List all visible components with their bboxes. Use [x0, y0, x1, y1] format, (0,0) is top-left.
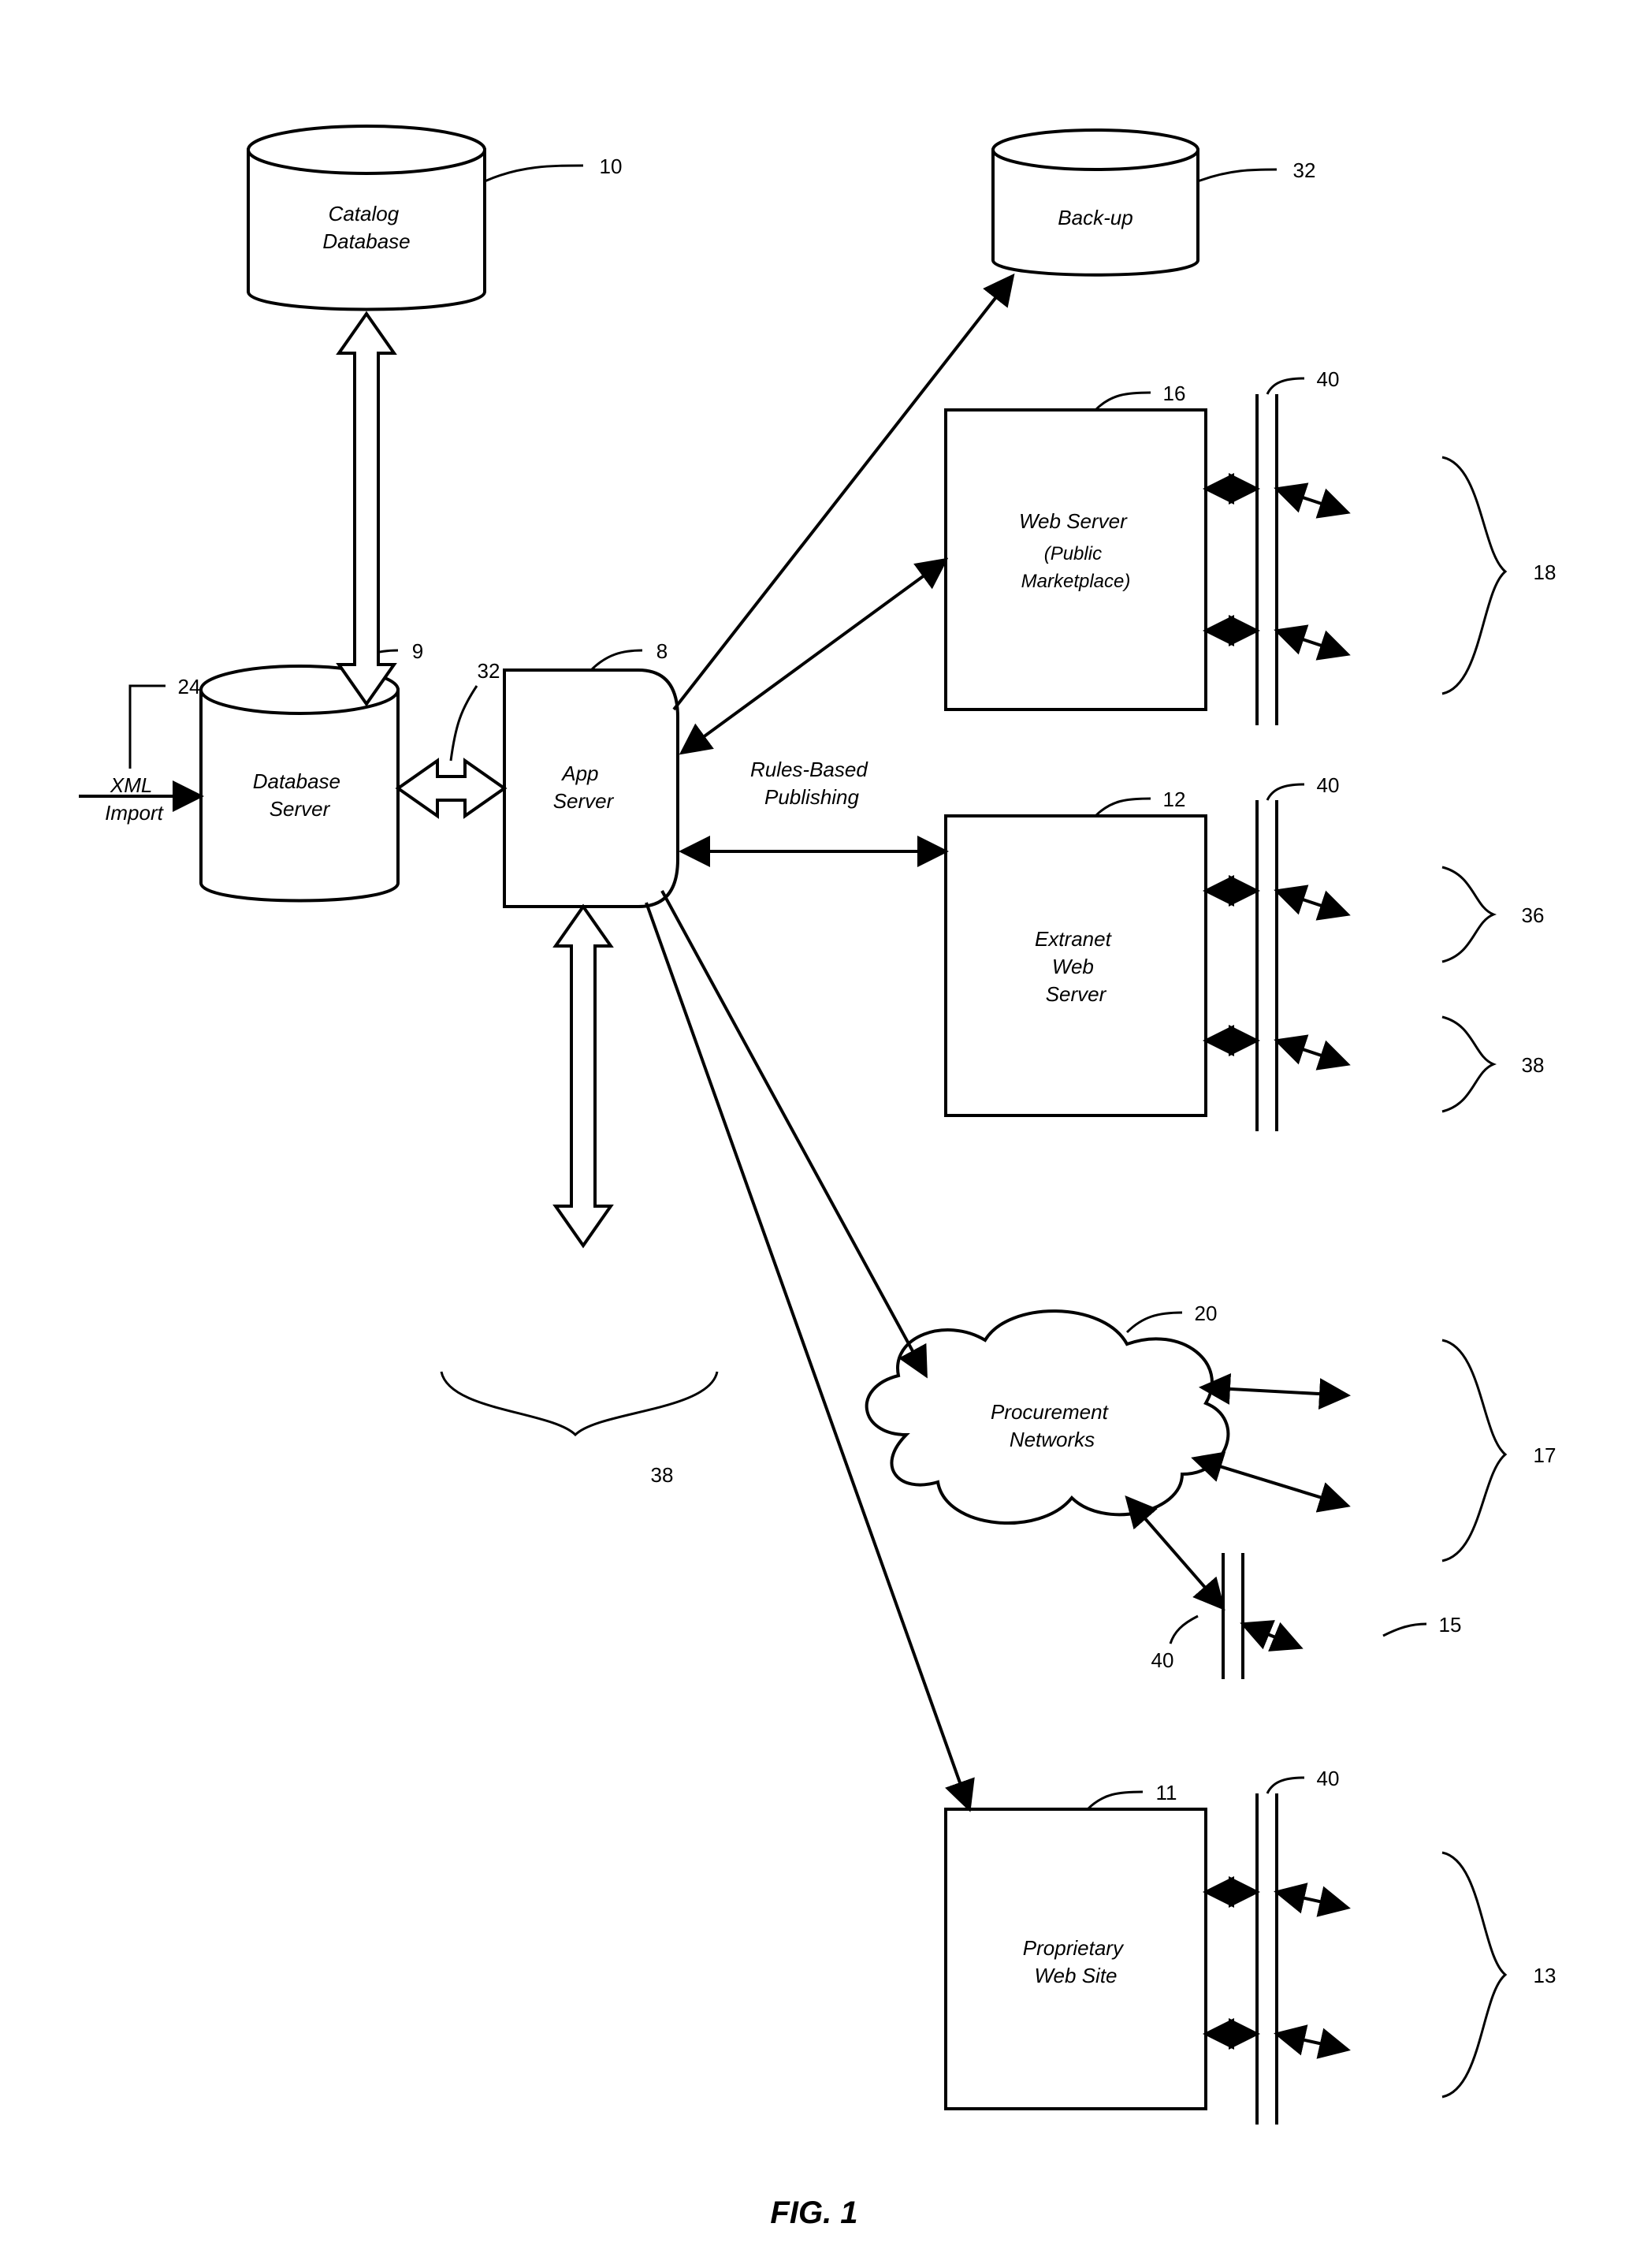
ref-proprietary: 11	[1156, 1781, 1177, 1804]
arrow-app-webserver	[682, 560, 946, 753]
arrow	[1127, 1498, 1223, 1608]
arrow	[1277, 891, 1348, 914]
leader	[1095, 393, 1151, 410]
catalog-db-cylinder: Catalog Database	[248, 126, 485, 310]
ref-web-server: 16	[1163, 382, 1186, 405]
ref-bottom-clients: 38	[651, 1463, 674, 1487]
brace	[1442, 867, 1493, 962]
app-server-box: App Server	[504, 670, 678, 907]
firewall-ex	[1257, 800, 1277, 1131]
ref-app-server: 8	[656, 639, 668, 663]
brace	[1442, 457, 1505, 694]
leader	[1127, 1313, 1182, 1332]
ref-clients-pn: 17	[1534, 1443, 1556, 1467]
procurement-cloud: Procurement Networks	[867, 1311, 1229, 1523]
ref-client-pn-single: 15	[1439, 1613, 1462, 1637]
ref-clients-ex-top: 36	[1522, 903, 1545, 927]
leader	[485, 166, 583, 181]
ref-open-arrow-32: 32	[478, 659, 500, 683]
leader	[1170, 1616, 1198, 1644]
rules-publishing-label: Rules-Based Publishing	[750, 758, 873, 809]
leader	[591, 650, 642, 670]
ref-extranet: 12	[1163, 788, 1186, 811]
xml-import-label: XML Import	[105, 773, 164, 825]
firewall-pr	[1257, 1793, 1277, 2125]
ref-catalog-db: 10	[600, 155, 623, 178]
backup-cylinder: Back-up	[993, 130, 1198, 275]
extranet-box: Extranet Web Server	[946, 816, 1206, 1115]
arrow	[1277, 2034, 1348, 2050]
open-arrow-db-app	[398, 761, 504, 816]
brace	[1442, 1340, 1505, 1561]
web-server-box: Web Server (Public Marketplace)	[946, 410, 1206, 709]
ref-procurement: 20	[1195, 1302, 1218, 1325]
open-arrow-app-clients	[556, 907, 611, 1246]
backup-label: Back-up	[1058, 206, 1132, 229]
ref-clients-pr: 13	[1534, 1964, 1556, 1987]
arrow	[1194, 1458, 1348, 1506]
ref-clients-ws: 18	[1534, 560, 1556, 584]
arrow	[1277, 631, 1348, 654]
ref-fw-ex: 40	[1317, 773, 1340, 797]
figure-label: FIG. 1	[770, 2195, 857, 2230]
brace	[1442, 1017, 1493, 1112]
arrow-app-procurement	[662, 891, 926, 1376]
open-arrow-db-catalog-real	[339, 314, 394, 704]
leader	[1267, 784, 1304, 800]
leader	[1198, 169, 1277, 181]
ref-fw-ws: 40	[1317, 367, 1340, 391]
ref-xml-import: 24	[178, 675, 201, 698]
arrow	[1277, 489, 1348, 512]
leader	[1267, 1778, 1304, 1793]
leader	[1088, 1792, 1143, 1809]
leader	[130, 686, 166, 769]
arrow	[1243, 1624, 1300, 1648]
leader	[1267, 378, 1304, 394]
ref-db-server: 9	[412, 639, 423, 663]
ref-fw-pr: 40	[1317, 1767, 1340, 1790]
ref-backup: 32	[1293, 158, 1316, 182]
ref-fw-pn: 40	[1151, 1648, 1174, 1672]
brace	[441, 1372, 717, 1435]
firewall-ws	[1257, 394, 1277, 725]
brace	[1442, 1853, 1505, 2097]
leader	[1383, 1624, 1426, 1636]
arrow	[1202, 1387, 1348, 1395]
firewall-pn	[1223, 1553, 1243, 1679]
leader	[1095, 799, 1151, 816]
ref-clients-ex-bot: 38	[1522, 1053, 1545, 1077]
proprietary-box: Proprietary Web Site	[946, 1809, 1206, 2109]
arrow	[1277, 1041, 1348, 1064]
arrow	[1277, 1892, 1348, 1908]
leader	[451, 686, 477, 761]
